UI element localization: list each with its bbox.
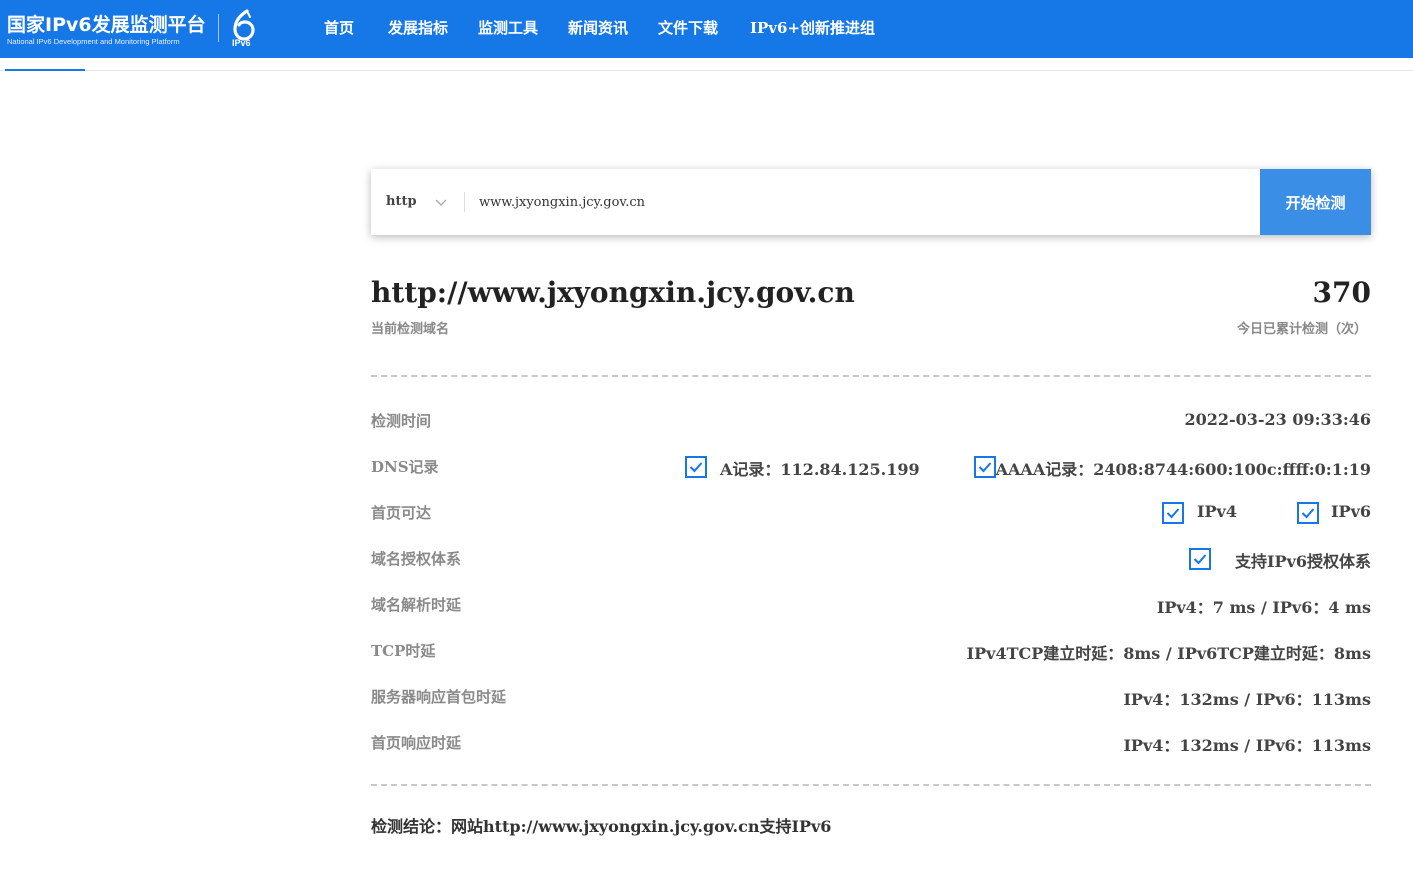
nav-indicators[interactable]: 发展指标 [388,0,448,58]
daily-check-count-caption: 今日已累计检测（次） [1236,322,1367,337]
domain-auth-value: 支持IPv6授权体系 [1235,552,1371,571]
homepage-response-value: IPv4：132ms / IPv6：113ms [1123,736,1371,755]
search-divider [464,192,465,212]
homepage-reach-ipv4: IPv4 [1197,502,1237,521]
protocol-select[interactable]: http [386,169,417,235]
site-logo-subtitle: National IPv6 Development and Monitoring… [7,37,180,46]
homepage-reach-label: 首页可达 [371,504,432,522]
first-packet-latency-value: IPv4：132ms / IPv6：113ms [1123,690,1371,709]
url-input[interactable] [479,169,1249,235]
logo-divider [218,14,219,42]
checkbox-checked-icon [1189,548,1211,570]
ipv6-logo-label: IPv6 [232,38,251,48]
checkbox-checked-icon [974,456,996,478]
section-divider-top [371,375,1371,377]
domain-auth-label: 域名授权体系 [371,550,462,568]
first-packet-latency-label: 服务器响应首包时延 [371,688,507,706]
active-tab-indicator [5,69,85,71]
chevron-down-icon[interactable] [434,195,448,209]
site-logo-title[interactable]: 国家IPv6发展监测平台 [7,10,206,37]
dns-aaaa-record: AAAA记录：2408:8744:600:100c:ffff:0:1:19 [995,460,1371,479]
checkbox-checked-icon [1162,502,1184,524]
tcp-latency-value: IPv4TCP建立时延：8ms / IPv6TCP建立时延：8ms [966,644,1371,663]
nav-news[interactable]: 新闻资讯 [568,0,628,58]
tcp-latency-label: TCP时延 [371,642,436,660]
nav-home[interactable]: 首页 [324,0,354,58]
dns-latency-label: 域名解析时延 [371,596,462,614]
checked-domain: http://www.jxyongxin.jcy.gov.cn [371,276,855,309]
dns-a-record: A记录：112.84.125.199 [720,460,920,479]
dns-latency-value: IPv4：7 ms / IPv6：4 ms [1156,598,1371,617]
check-time-label: 检测时间 [371,412,432,430]
search-bar: http 开始检测 [371,169,1371,235]
nav-tools[interactable]: 监测工具 [478,0,538,58]
check-conclusion: 检测结论：网站http://www.jxyongxin.jcy.gov.cn支持… [371,817,832,836]
header-divider [0,70,1413,71]
homepage-reach-ipv6: IPv6 [1331,502,1371,521]
nav-downloads[interactable]: 文件下载 [658,0,718,58]
top-navbar: 国家IPv6发展监测平台 National IPv6 Development a… [0,0,1413,58]
homepage-response-label: 首页响应时延 [371,734,462,752]
dns-label: DNS记录 [371,458,439,476]
checkbox-checked-icon [685,456,707,478]
checked-domain-caption: 当前检测域名 [371,322,450,337]
nav-innovation-group[interactable]: IPv6+创新推进组 [750,0,875,58]
checkbox-checked-icon [1297,502,1319,524]
check-time-value: 2022-03-23 09:33:46 [1184,410,1371,429]
start-check-button[interactable]: 开始检测 [1260,169,1371,235]
section-divider-bottom [371,784,1371,786]
daily-check-count: 370 [1312,276,1371,309]
